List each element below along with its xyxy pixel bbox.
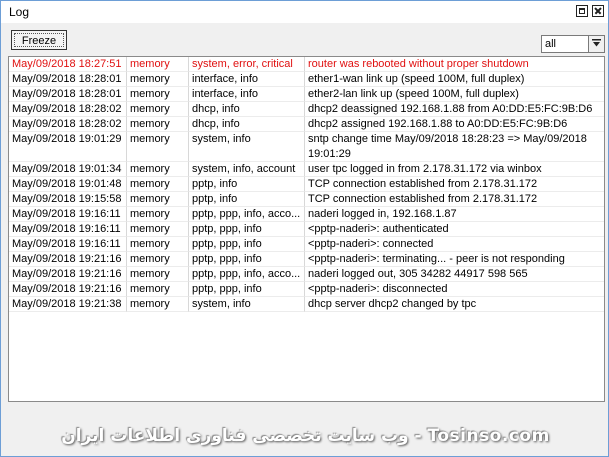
log-row[interactable]: May/09/2018 19:15:58 memory pptp, info TCP … [9,192,604,207]
log-topics-cell: dhcp, info [189,117,305,132]
log-message-cell: <pptp-naderi>: disconnected [305,282,604,297]
log-buffer-cell: memory [127,177,189,192]
log-message-cell: dhcp server dhcp2 changed by tpc [305,297,604,312]
log-buffer-cell: memory [127,162,189,177]
maximize-icon[interactable] [576,5,588,17]
log-buffer-cell: memory [127,87,189,102]
log-time-cell: May/09/2018 19:15:58 [9,192,127,207]
log-time-cell: May/09/2018 19:01:48 [9,177,127,192]
log-buffer-cell: memory [127,267,189,282]
log-row[interactable]: May/09/2018 18:28:02 memory dhcp, info dhcp… [9,102,604,117]
log-message-cell: sntp change time May/09/2018 18:28:23 =>… [305,132,604,162]
window-title: Log [9,5,30,19]
log-message-cell: naderi logged in, 192.168.1.87 [305,207,604,222]
log-buffer-cell: memory [127,297,189,312]
watermark: وب سایت تخصصی فناوری اطلاعات ایران - Tos… [61,426,550,446]
log-message-cell: naderi logged out, 305 34282 44917 598 5… [305,267,604,282]
log-time-cell: May/09/2018 18:28:01 [9,72,127,87]
log-row[interactable]: May/09/2018 19:16:11 memory pptp, ppp, inf… [9,222,604,237]
log-topics-cell: interface, info [189,72,305,87]
log-time-cell: May/09/2018 19:21:38 [9,297,127,312]
toolbar: Freeze all [1,23,608,55]
log-topics-cell: pptp, ppp, info [189,237,305,252]
log-time-cell: May/09/2018 19:16:11 [9,207,127,222]
log-buffer-cell: memory [127,102,189,117]
log-row[interactable]: May/09/2018 18:28:02 memory dhcp, info dhcp… [9,117,604,132]
log-message-cell: dhcp2 deassigned 192.168.1.88 from A0:DD… [305,102,604,117]
log-time-cell: May/09/2018 19:01:29 [9,132,127,162]
log-time-cell: May/09/2018 18:28:02 [9,102,127,117]
log-row[interactable]: May/09/2018 19:01:48 memory pptp, info TCP … [9,177,604,192]
close-icon[interactable] [592,5,604,17]
log-time-cell: May/09/2018 19:21:16 [9,267,127,282]
log-time-cell: May/09/2018 19:16:11 [9,237,127,252]
log-message-cell: router was rebooted without proper shutd… [305,57,604,72]
log-topics-cell: pptp, info [189,192,305,207]
log-topics-cell: system, info, account [189,162,305,177]
log-row[interactable]: May/09/2018 19:21:16 memory pptp, ppp, inf… [9,267,604,282]
log-buffer-cell: memory [127,207,189,222]
log-time-cell: May/09/2018 19:01:34 [9,162,127,177]
chevron-down-icon[interactable] [588,36,604,52]
log-row[interactable]: May/09/2018 19:21:38 memory system, info dh… [9,297,604,312]
log-time-cell: May/09/2018 19:21:16 [9,252,127,267]
log-row[interactable]: May/09/2018 19:01:34 memory system, info, … [9,162,604,177]
log-message-cell: <pptp-naderi>: terminating... - peer is … [305,252,604,267]
log-buffer-cell: memory [127,57,189,72]
log-window: Log Freeze all May/09/2018 18:27:51 memor… [0,0,609,457]
log-buffer-cell: memory [127,252,189,267]
log-message-cell: TCP connection established from 2.178.31… [305,177,604,192]
log-buffer-cell: memory [127,117,189,132]
log-time-cell: May/09/2018 19:21:16 [9,282,127,297]
log-table[interactable]: May/09/2018 18:27:51 memory system, error,… [8,56,605,402]
log-buffer-cell: memory [127,282,189,297]
log-topics-cell: pptp, ppp, info, acco... [189,267,305,282]
log-message-cell: ether2-lan link up (speed 100M, full dup… [305,87,604,102]
log-row[interactable]: May/09/2018 19:16:11 memory pptp, ppp, inf… [9,237,604,252]
log-buffer-cell: memory [127,132,189,162]
log-buffer-cell: memory [127,72,189,87]
log-topics-cell: pptp, info [189,177,305,192]
log-time-cell: May/09/2018 18:28:02 [9,117,127,132]
log-buffer-cell: memory [127,222,189,237]
log-buffer-cell: memory [127,237,189,252]
log-message-cell: TCP connection established from 2.178.31… [305,192,604,207]
log-row[interactable]: May/09/2018 18:28:01 memory interface, inf… [9,72,604,87]
log-buffer-cell: memory [127,192,189,207]
log-time-cell: May/09/2018 19:16:11 [9,222,127,237]
log-topics-cell: dhcp, info [189,102,305,117]
log-time-cell: May/09/2018 18:27:51 [9,57,127,72]
log-row[interactable]: May/09/2018 19:16:11 memory pptp, ppp, inf… [9,207,604,222]
log-topics-cell: pptp, ppp, info, acco... [189,207,305,222]
log-message-cell: <pptp-naderi>: authenticated [305,222,604,237]
log-message-cell: ether1-wan link up (speed 100M, full dup… [305,72,604,87]
log-topics-cell: system, info [189,132,305,162]
log-topics-cell: pptp, ppp, info [189,222,305,237]
log-row[interactable]: May/09/2018 18:27:51 memory system, error,… [9,57,604,72]
log-topics-cell: system, error, critical [189,57,305,72]
filter-select[interactable]: all [541,35,605,53]
log-message-cell: <pptp-naderi>: connected [305,237,604,252]
log-topics-cell: interface, info [189,87,305,102]
log-row[interactable]: May/09/2018 19:21:16 memory pptp, ppp, inf… [9,282,604,297]
filter-select-value: all [545,38,557,50]
log-topics-cell: pptp, ppp, info [189,282,305,297]
log-row[interactable]: May/09/2018 19:21:16 memory pptp, ppp, inf… [9,252,604,267]
log-message-cell: user tpc logged in from 2.178.31.172 via… [305,162,604,177]
log-time-cell: May/09/2018 18:28:01 [9,87,127,102]
log-message-cell: dhcp2 assigned 192.168.1.88 to A0:DD:E5:… [305,117,604,132]
freeze-button[interactable]: Freeze [11,30,67,50]
log-topics-cell: system, info [189,297,305,312]
title-bar[interactable]: Log [1,1,608,23]
log-topics-cell: pptp, ppp, info [189,252,305,267]
log-row[interactable]: May/09/2018 18:28:01 memory interface, inf… [9,87,604,102]
log-row[interactable]: May/09/2018 19:01:29 memory system, info sn… [9,132,604,162]
